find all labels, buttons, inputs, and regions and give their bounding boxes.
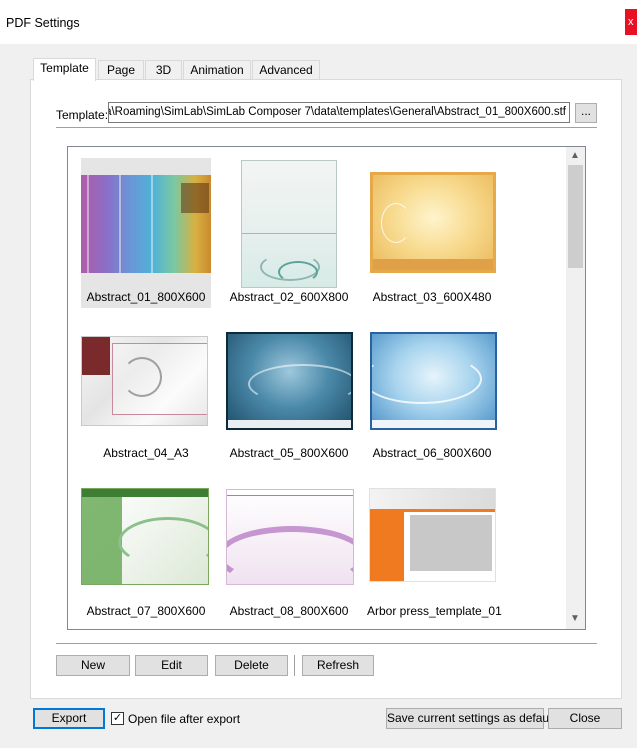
window-title: PDF Settings	[6, 16, 80, 30]
template-item-arbor-press[interactable]: Arbor press_template_01	[367, 484, 502, 629]
template-thumbnail	[369, 488, 496, 582]
template-thumbnail	[370, 172, 496, 273]
template-item-abstract-02[interactable]: Abstract_02_600X800	[224, 158, 354, 308]
template-caption: Abstract_07_800X600	[86, 604, 206, 618]
template-path-field[interactable]: AppData\Roaming\SimLab\SimLab Composer 7…	[108, 102, 570, 123]
close-window-button[interactable]: x	[625, 9, 637, 35]
edit-button[interactable]: Edit	[135, 655, 208, 676]
title-bar: PDF Settings x	[0, 0, 637, 44]
template-thumbnail	[226, 489, 354, 585]
scroll-thumb[interactable]	[568, 165, 583, 268]
close-button[interactable]: Close	[548, 708, 622, 729]
template-item-abstract-01[interactable]: Abstract_01_800X600	[81, 158, 211, 308]
template-item-abstract-05[interactable]: Abstract_05_800X600	[224, 324, 354, 474]
template-item-abstract-04[interactable]: Abstract_04_A3	[81, 324, 211, 474]
template-caption: Abstract_08_800X600	[229, 604, 349, 618]
refresh-button[interactable]: Refresh	[302, 655, 374, 676]
check-icon: ✓	[112, 712, 123, 724]
save-default-button[interactable]: Save current settings as default	[386, 708, 555, 729]
browse-template-button[interactable]: ...	[575, 103, 597, 123]
template-thumbnail	[226, 332, 353, 430]
tab-animation[interactable]: Animation	[183, 60, 251, 80]
export-button[interactable]: Export	[33, 708, 105, 729]
scroll-up-icon[interactable]: ▲	[570, 150, 580, 161]
template-thumbnail	[81, 336, 208, 426]
template-caption: Abstract_03_600X480	[372, 290, 492, 304]
separator	[56, 127, 597, 128]
template-caption: Abstract_06_800X600	[372, 446, 492, 460]
template-thumbnail	[241, 160, 337, 288]
button-separator	[294, 655, 295, 676]
tab-advanced[interactable]: Advanced	[252, 60, 320, 80]
template-item-abstract-06[interactable]: Abstract_06_800X600	[367, 324, 497, 474]
template-gallery[interactable]: Abstract_01_800X600 Abstract_02_600X800 …	[67, 146, 586, 630]
open-after-export-checkbox[interactable]: ✓	[111, 712, 124, 725]
open-after-export-label: Open file after export	[128, 712, 241, 726]
template-caption: Arbor press_template_01	[367, 604, 502, 618]
delete-button[interactable]: Delete	[215, 655, 288, 676]
template-item-abstract-07[interactable]: Abstract_07_800X600	[81, 484, 211, 629]
gallery-scrollbar[interactable]: ▲ ▼	[566, 147, 585, 629]
tab-page[interactable]: Page	[98, 60, 144, 80]
tab-template[interactable]: Template	[33, 58, 96, 81]
scroll-down-icon[interactable]: ▼	[570, 613, 580, 624]
separator	[56, 643, 597, 644]
template-thumbnail	[81, 175, 211, 273]
template-caption: Abstract_02_600X800	[229, 290, 349, 304]
template-caption: Abstract_05_800X600	[229, 446, 349, 460]
tab-3d[interactable]: 3D	[145, 60, 182, 80]
template-caption: Abstract_04_A3	[103, 446, 189, 460]
template-thumbnail	[81, 488, 209, 585]
template-label: Template:	[56, 108, 109, 122]
template-caption: Abstract_01_800X600	[86, 290, 206, 304]
template-thumbnail	[370, 332, 497, 430]
template-item-abstract-08[interactable]: Abstract_08_800X600	[224, 484, 354, 629]
template-item-abstract-03[interactable]: Abstract_03_600X480	[367, 158, 497, 308]
new-button[interactable]: New	[56, 655, 130, 676]
